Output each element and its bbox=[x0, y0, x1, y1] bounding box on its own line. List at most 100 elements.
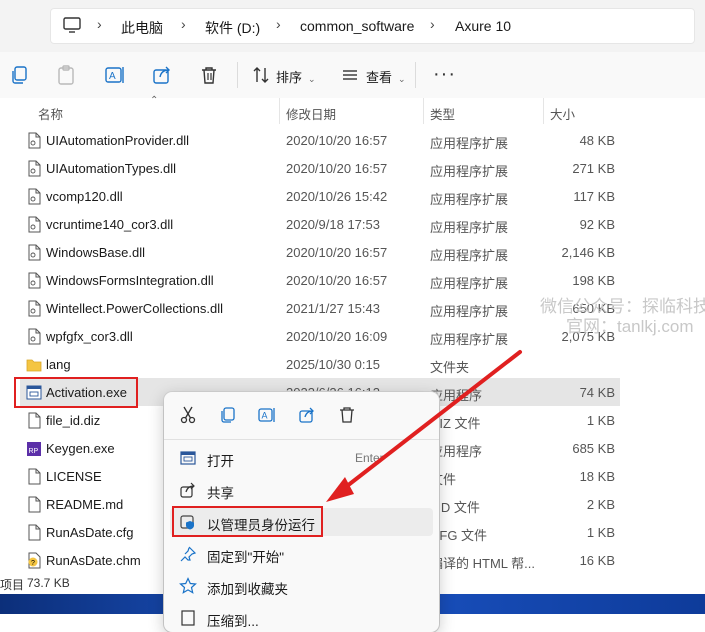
file-date: 2021/1/27 15:43 bbox=[286, 301, 380, 316]
chevron-right-icon: › bbox=[430, 16, 435, 32]
more-options-button[interactable]: ··· bbox=[433, 63, 456, 86]
sort-button[interactable]: 排序 ⌄ bbox=[276, 67, 316, 86]
file-icon bbox=[28, 244, 41, 261]
table-row[interactable]: wpfgfx_cor3.dll 2020/10/20 16:09 应用程序扩展 … bbox=[20, 322, 620, 350]
breadcrumb-this-pc[interactable]: 此电脑 bbox=[121, 18, 163, 38]
chevron-right-icon: › bbox=[181, 16, 186, 32]
menu-item-label: 添加到收藏夹 bbox=[207, 582, 288, 597]
toolbar-separator bbox=[415, 62, 416, 88]
annotation-highlight-activation bbox=[14, 377, 138, 408]
table-row[interactable]: lang 2025/10/30 0:15 文件夹 bbox=[20, 350, 620, 378]
view-label: 查看 bbox=[366, 70, 393, 85]
copy-icon[interactable] bbox=[8, 64, 30, 86]
table-row[interactable]: vcomp120.dll 2020/10/26 15:42 应用程序扩展 117… bbox=[20, 182, 620, 210]
svg-text:A: A bbox=[109, 71, 116, 82]
menu-item-add-favorites[interactable]: 添加到收藏夹 bbox=[170, 572, 433, 600]
file-icon bbox=[28, 496, 41, 513]
share-icon[interactable] bbox=[151, 64, 173, 86]
file-name: RunAsDate.chm bbox=[46, 553, 141, 568]
chevron-down-icon: ⌄ bbox=[398, 74, 406, 84]
table-row[interactable]: vcruntime140_cor3.dll 2020/9/18 17:53 应用… bbox=[20, 210, 620, 238]
sort-label: 排序 bbox=[276, 70, 303, 85]
table-row[interactable]: UIAutomationProvider.dll 2020/10/20 16:5… bbox=[20, 126, 620, 154]
help-file-icon: ? bbox=[28, 552, 41, 569]
menu-item-label: 打开 bbox=[207, 454, 234, 469]
watermark-site: 官网：tanlkj.com bbox=[566, 317, 694, 336]
file-type: 应用程序扩展 bbox=[430, 304, 509, 319]
cut-icon[interactable] bbox=[178, 405, 198, 425]
column-date[interactable]: 修改日期 bbox=[286, 104, 336, 123]
chevron-down-icon: ⌄ bbox=[308, 74, 316, 84]
breadcrumb-common-software[interactable]: common_software bbox=[300, 18, 414, 34]
file-type: 应用程序扩展 bbox=[430, 248, 509, 263]
file-type: 应用程序扩展 bbox=[430, 276, 509, 291]
svg-text:?: ? bbox=[31, 560, 35, 567]
file-icon bbox=[28, 188, 41, 205]
file-size: 16 KB bbox=[579, 553, 615, 568]
file-size: 92 KB bbox=[579, 217, 615, 232]
column-name[interactable]: 名称 bbox=[38, 104, 63, 123]
copy-icon[interactable] bbox=[218, 405, 238, 425]
file-name: WindowsBase.dll bbox=[46, 245, 145, 260]
trash-icon[interactable] bbox=[337, 405, 357, 425]
menu-item-label: 固定到"开始" bbox=[207, 550, 285, 565]
menu-item-open[interactable]: 打开 Enter bbox=[170, 444, 433, 472]
sort-ascending-icon: ⌃ bbox=[150, 95, 159, 106]
menu-item-pin-to-start[interactable]: 固定到"开始" bbox=[170, 540, 433, 568]
status-items-label: 项目 bbox=[0, 578, 25, 592]
file-name: wpfgfx_cor3.dll bbox=[46, 329, 133, 344]
file-name: vcomp120.dll bbox=[46, 189, 123, 204]
table-row[interactable]: Wintellect.PowerCollections.dll 2021/1/2… bbox=[20, 294, 620, 322]
column-divider[interactable] bbox=[279, 98, 280, 124]
file-size: 74 KB bbox=[579, 385, 615, 400]
column-size[interactable]: 大小 bbox=[550, 104, 575, 123]
file-type: 应用程序扩展 bbox=[430, 332, 509, 347]
file-name: RunAsDate.cfg bbox=[46, 525, 134, 540]
file-date: 2025/10/30 0:15 bbox=[286, 357, 380, 372]
file-size: 2 KB bbox=[586, 497, 615, 512]
paste-icon[interactable] bbox=[55, 64, 77, 86]
file-type: 应用程序扩展 bbox=[430, 164, 509, 179]
file-size: 685 KB bbox=[572, 441, 615, 456]
svg-text:A: A bbox=[262, 411, 268, 421]
column-divider[interactable] bbox=[423, 98, 424, 124]
file-type: 文件夹 bbox=[430, 360, 470, 375]
breadcrumb-axure[interactable]: Axure 10 bbox=[455, 18, 511, 34]
sort-icon bbox=[253, 67, 269, 83]
file-name: lang bbox=[46, 357, 71, 372]
breadcrumb-drive[interactable]: 软件 (D:) bbox=[205, 18, 260, 38]
chevron-right-icon: › bbox=[276, 16, 281, 32]
file-name: vcruntime140_cor3.dll bbox=[46, 217, 174, 232]
file-icon bbox=[28, 272, 41, 289]
column-type[interactable]: 类型 bbox=[430, 104, 455, 123]
zip-icon bbox=[181, 610, 195, 626]
file-size: 1 KB bbox=[586, 413, 615, 428]
share-icon[interactable] bbox=[297, 405, 317, 425]
star-icon bbox=[179, 577, 197, 594]
file-type: 应用程序扩展 bbox=[430, 220, 509, 235]
table-row[interactable]: WindowsFormsIntegration.dll 2020/10/20 1… bbox=[20, 266, 620, 294]
file-name: UIAutomationProvider.dll bbox=[46, 133, 190, 148]
table-row[interactable]: WindowsBase.dll 2020/10/20 16:57 应用程序扩展 … bbox=[20, 238, 620, 266]
file-size: 271 KB bbox=[572, 161, 615, 176]
share-icon bbox=[180, 482, 195, 498]
rename-icon[interactable]: A bbox=[257, 405, 277, 425]
menu-item-share[interactable]: 共享 bbox=[170, 476, 433, 504]
trash-icon[interactable] bbox=[198, 64, 220, 86]
address-bar: › 此电脑 › 软件 (D:) › common_software › Axur… bbox=[0, 0, 705, 52]
open-icon bbox=[180, 451, 196, 465]
file-type: 编译的 HTML 帮... bbox=[430, 556, 535, 571]
column-divider[interactable] bbox=[543, 98, 544, 124]
view-button[interactable]: 查看 ⌄ bbox=[366, 67, 406, 86]
file-date: 2020/10/20 16:57 bbox=[286, 161, 388, 176]
column-header: ⌃ 名称 修改日期 类型 大小 bbox=[0, 95, 705, 124]
file-icon bbox=[28, 160, 41, 177]
file-size: 117 KB bbox=[573, 189, 615, 204]
menu-item-shortcut: Enter bbox=[355, 451, 384, 465]
keygen-app-icon: RP bbox=[27, 442, 41, 456]
file-size: 1 KB bbox=[586, 525, 615, 540]
menu-item-compress[interactable]: 压缩到... bbox=[170, 604, 433, 632]
rename-icon[interactable]: A bbox=[104, 64, 126, 86]
file-date: 2020/10/20 16:57 bbox=[286, 273, 388, 288]
table-row[interactable]: UIAutomationTypes.dll 2020/10/20 16:57 应… bbox=[20, 154, 620, 182]
